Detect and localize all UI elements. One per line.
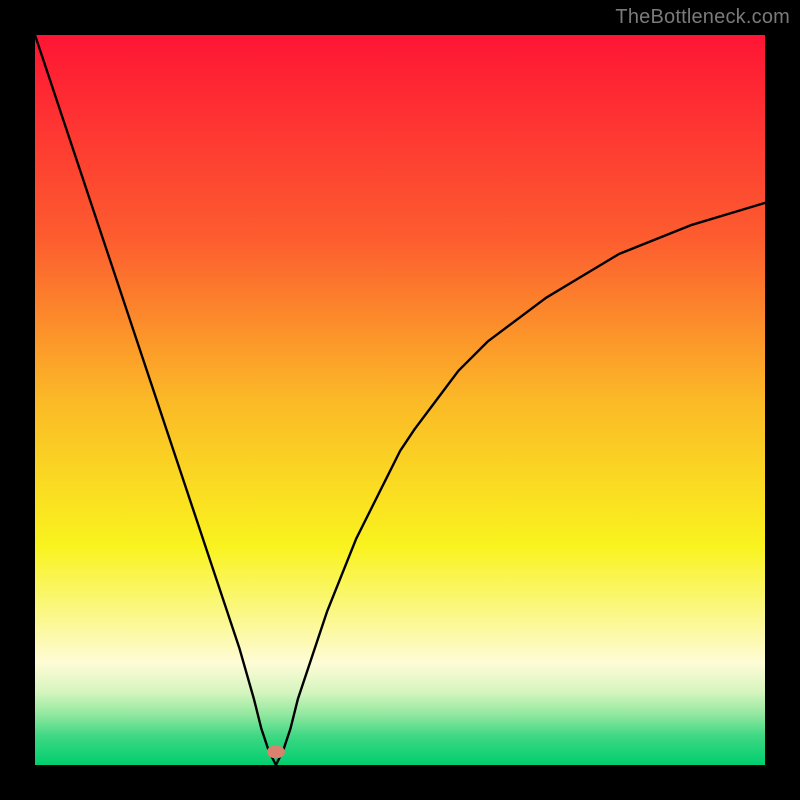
watermark-text: TheBottleneck.com — [615, 6, 790, 29]
optimal-point-marker — [267, 745, 285, 758]
gradient-background — [35, 35, 765, 765]
plot-area — [35, 35, 765, 765]
chart-svg — [35, 35, 765, 765]
chart-frame: TheBottleneck.com — [0, 0, 800, 800]
